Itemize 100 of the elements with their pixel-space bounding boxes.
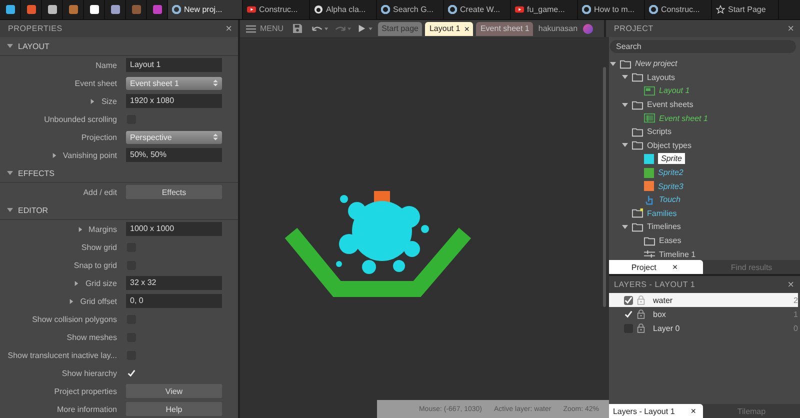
undo-icon[interactable] <box>310 24 329 33</box>
panel-tab[interactable]: Layers - Layout 1 × <box>606 404 703 418</box>
property-button[interactable]: Help <box>126 402 222 416</box>
panel-title: LAYERS - LAYOUT 1 <box>614 280 696 289</box>
search-field[interactable]: Search <box>610 40 796 53</box>
username[interactable]: hakunasan <box>538 24 578 33</box>
property-label: Projection <box>81 132 117 142</box>
layer-name: Layer 0 <box>653 324 681 332</box>
panel-tab[interactable]: Project × <box>606 260 703 274</box>
property-label: Show translucent inactive lay... <box>8 350 117 360</box>
property-label: Grid size <box>85 278 117 288</box>
tree-item[interactable]: Touch <box>659 195 680 204</box>
layer-row[interactable]: Layer 0 0 <box>608 321 798 335</box>
logo-icon <box>381 5 390 14</box>
text-field[interactable]: 0, 0 <box>126 294 222 308</box>
close-icon[interactable]: × <box>788 278 794 290</box>
app-icon[interactable] <box>110 5 120 14</box>
property-button[interactable]: Effects <box>126 185 222 199</box>
text-field[interactable]: 32 x 32 <box>126 276 222 290</box>
browser-tab[interactable]: How to m... <box>578 0 645 19</box>
folder-icon <box>632 208 643 218</box>
expand-arrow-icon[interactable] <box>52 152 57 158</box>
tree-item[interactable]: Scripts <box>647 127 672 136</box>
close-icon[interactable]: × <box>226 22 232 34</box>
text-field[interactable]: 1920 x 1080 <box>126 94 222 108</box>
folder-icon <box>620 58 631 69</box>
expand-arrow-icon[interactable] <box>7 43 13 49</box>
browser-tab[interactable]: Search G... <box>377 0 444 19</box>
save-icon[interactable] <box>292 24 302 33</box>
property-label: Size <box>101 96 117 106</box>
menu-button[interactable]: MENU <box>246 24 284 33</box>
play-icon[interactable] <box>356 24 375 33</box>
document-tab[interactable]: Event sheet 1 <box>476 22 534 36</box>
browser-tab[interactable]: Start Page <box>712 0 779 19</box>
expand-arrow-icon[interactable] <box>610 60 616 67</box>
expand-arrow-icon[interactable] <box>78 226 83 232</box>
browser-tab[interactable]: Construc... <box>645 0 712 19</box>
tree-item[interactable]: Layouts <box>647 72 676 82</box>
avatar-icon[interactable] <box>582 24 593 34</box>
expand-arrow-icon[interactable] <box>7 207 13 213</box>
close-icon[interactable]: × <box>788 22 794 34</box>
folder-icon <box>632 222 643 232</box>
folder-icon <box>632 126 643 137</box>
tree-item[interactable]: Sprite2 <box>658 168 684 178</box>
tree-item[interactable]: Families <box>647 208 677 218</box>
tree-item[interactable]: New project <box>635 59 678 68</box>
lock-icon[interactable] <box>637 309 645 319</box>
dropdown[interactable]: Event sheet 1 <box>126 76 222 90</box>
tree-item[interactable]: Event sheet 1 <box>659 114 708 123</box>
tree-item[interactable]: Sprite <box>658 153 685 164</box>
expand-arrow-icon[interactable] <box>7 170 13 176</box>
app-icon[interactable] <box>6 5 14 14</box>
expand-arrow-icon[interactable] <box>69 298 74 304</box>
property-label: Margins <box>88 224 117 234</box>
layer-row[interactable]: box 1 <box>608 307 798 321</box>
checkbox[interactable] <box>624 310 633 318</box>
dropdown[interactable]: Perspective <box>126 130 222 144</box>
sprite-drawing[interactable] <box>284 191 472 297</box>
panel-title: PROPERTIES <box>8 24 62 33</box>
scrollbar[interactable] <box>603 67 606 307</box>
close-icon[interactable]: × <box>690 406 696 416</box>
layer-name: box <box>653 310 667 318</box>
close-icon[interactable]: × <box>464 24 470 34</box>
property-label: Show meshes <box>66 332 117 342</box>
tree-item[interactable]: Layout 1 <box>659 86 690 96</box>
logo-icon <box>649 5 658 14</box>
browser-tab[interactable]: New proj... <box>168 0 243 19</box>
layer-count: 2 <box>794 296 798 304</box>
property-button[interactable]: View <box>126 384 222 398</box>
browser-tab[interactable]: Alpha cla... <box>310 0 377 19</box>
expand-arrow-icon[interactable] <box>622 142 628 148</box>
expand-arrow-icon[interactable] <box>622 224 628 230</box>
tree-item[interactable]: Event sheets <box>647 100 694 110</box>
browser-tab[interactable]: fu_game... <box>511 0 578 19</box>
property-label: Grid offset <box>80 296 117 306</box>
document-tab[interactable]: Layout 1 × <box>425 22 474 36</box>
layer-count: 1 <box>794 310 798 318</box>
text-field[interactable]: 1000 x 1000 <box>126 222 222 236</box>
tree-item[interactable]: Timeline 1 <box>659 250 696 259</box>
expand-arrow-icon[interactable] <box>622 74 628 80</box>
expand-arrow-icon[interactable] <box>90 98 96 104</box>
spinner-arrows-icon <box>213 79 218 87</box>
browser-tab[interactable]: Create W... <box>444 0 511 19</box>
tree-item[interactable]: Eases <box>659 236 682 246</box>
lock-icon[interactable] <box>637 323 645 333</box>
checkbox[interactable] <box>127 368 136 378</box>
app-icon[interactable] <box>90 5 98 14</box>
property-label: Project properties <box>54 386 117 396</box>
tree-item[interactable]: Object types <box>647 140 692 150</box>
folder-icon <box>644 236 655 246</box>
tree-item[interactable]: Sprite3 <box>658 182 684 191</box>
text-field[interactable]: 50%, 50% <box>126 148 222 162</box>
browser-tab[interactable]: Construc... <box>243 0 310 19</box>
expand-arrow-icon[interactable] <box>74 280 80 286</box>
expand-arrow-icon[interactable] <box>622 102 628 108</box>
text-field[interactable]: Layout 1 <box>126 58 222 72</box>
close-icon[interactable]: × <box>672 262 678 272</box>
tree-item[interactable]: Timelines <box>647 222 681 232</box>
app-icon[interactable] <box>48 5 56 14</box>
panel-title: PROJECT <box>614 24 654 33</box>
